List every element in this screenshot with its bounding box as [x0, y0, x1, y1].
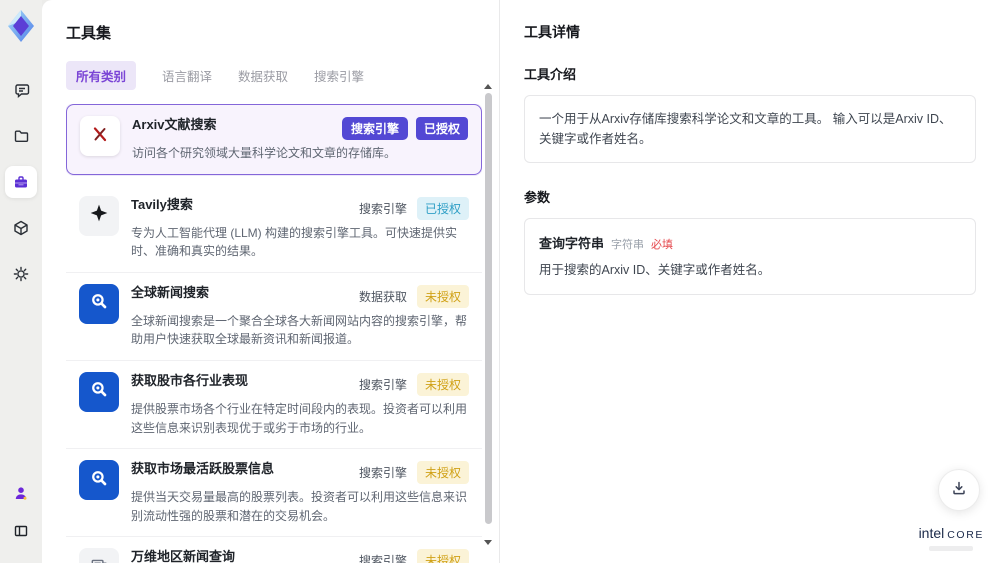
tool-auth-badge: 未授权 [416, 549, 469, 563]
newspaper-icon [89, 556, 109, 563]
param-type: 字符串 [611, 239, 645, 251]
scroll-up-arrow[interactable] [484, 84, 492, 89]
tab-all-categories[interactable]: 所有类别 [66, 61, 137, 90]
tool-name: 获取市场最活跃股票信息 [131, 461, 275, 477]
scroll-down-arrow[interactable] [484, 540, 492, 545]
tool-list-item[interactable]: 获取股市各行业表现 搜索引擎 未授权 提供股票市场各个行业在特定时间段内的表现。… [66, 361, 482, 450]
news-search-icon [89, 291, 109, 316]
toolset-title: 工具集 [66, 25, 112, 42]
intro-text-box: 一个用于从Arxiv存储库搜索科学论文和文章的工具。 输入可以是Arxiv ID… [524, 95, 976, 163]
arxiv-icon [89, 123, 111, 150]
params-heading: 参数 [524, 190, 551, 205]
tool-category-badge: 搜索引擎 [358, 466, 407, 481]
tool-category-badge: 搜索引擎 [358, 377, 407, 392]
tab-language-translation[interactable]: 语言翻译 [162, 61, 212, 90]
main-content: 工具集 所有类别 语言翻译 数据获取 搜索引擎 Arxiv文献搜索 搜索引擎 已… [42, 0, 1000, 563]
gear-icon [12, 265, 30, 283]
tool-auth-badge: 已授权 [415, 117, 468, 140]
tavily-star-icon [89, 203, 109, 228]
tab-search-engine[interactable]: 搜索引擎 [314, 61, 364, 90]
tool-list: Arxiv文献搜索 搜索引擎 已授权 访问各个研究领域大量科学论文和文章的存储库… [66, 104, 482, 563]
chat-icon [12, 81, 30, 99]
tool-category-badge: 搜索引擎 [358, 554, 407, 563]
intro-heading: 工具介绍 [524, 67, 577, 82]
sidebar-item-account[interactable] [5, 477, 37, 509]
param-name: 查询字符串 [539, 236, 605, 251]
tool-name: 获取股市各行业表现 [131, 372, 249, 388]
param-required-badge: 必填 [651, 239, 674, 251]
brand-text: intel CORE [918, 525, 984, 541]
download-button[interactable] [938, 469, 980, 511]
tool-description: 全球新闻搜索是一个聚合全球各大新闻网站内容的搜索引擎，帮助用户快速获取全球最新资… [131, 313, 468, 347]
user-icon [12, 484, 30, 502]
tool-name: Arxiv文献搜索 [132, 117, 217, 132]
sidebar-item-files[interactable] [5, 120, 37, 152]
toolbox-icon [12, 173, 30, 191]
folder-icon [12, 127, 30, 145]
detail-title: 工具详情 [524, 24, 580, 40]
param-description: 用于搜索的Arxiv ID、关键字或作者姓名。 [539, 263, 771, 277]
tool-auth-badge: 未授权 [416, 372, 469, 396]
news-search-icon [89, 379, 109, 404]
tool-name: Tavily搜索 [131, 196, 193, 212]
tool-auth-badge: 未授权 [416, 461, 469, 485]
param-head: 查询字符串 字符串 必填 [539, 233, 961, 252]
tool-description: 提供当天交易量最高的股票列表。投资者可以利用这些信息来识别流动性强的股票和潜在的… [131, 490, 468, 523]
panel-left-icon [12, 522, 30, 540]
tool-description: 专为人工智能代理 (LLM) 构建的搜索引擎工具。可快速提供实时、准确和真实的结… [131, 225, 458, 259]
tool-auth-badge: 未授权 [416, 284, 469, 308]
toolset-panel: 工具集 所有类别 语言翻译 数据获取 搜索引擎 Arxiv文献搜索 搜索引擎 已… [42, 0, 499, 563]
tool-category-badge: 数据获取 [358, 289, 407, 304]
tab-data-fetching[interactable]: 数据获取 [238, 61, 288, 90]
tool-description: 访问各个研究领域大量科学论文和文章的存储库。 [132, 146, 397, 160]
news-search-icon [89, 468, 109, 493]
sidebar-item-packages[interactable] [5, 212, 37, 244]
sidebar-item-collapse-panel[interactable] [5, 515, 37, 547]
sidebar-item-chat[interactable] [5, 74, 37, 106]
tool-description: 提供股票市场各个行业在特定时间段内的表现。投资者可以利用这些信息来识别表现优于或… [131, 401, 468, 435]
tool-list-scrollbar[interactable] [483, 84, 493, 559]
tool-list-item[interactable]: 获取市场最活跃股票信息 搜索引擎 未授权 提供当天交易量最高的股票列表。投资者可… [66, 449, 482, 538]
tool-name: 万维地区新闻查询 [131, 549, 236, 563]
app-window: 工具集 所有类别 语言翻译 数据获取 搜索引擎 Arxiv文献搜索 搜索引擎 已… [0, 0, 1000, 563]
cube-icon [12, 219, 30, 237]
tool-list-item[interactable]: 全球新闻搜索 数据获取 未授权 全球新闻搜索是一个聚合全球各大新闻网站内容的搜索… [66, 273, 482, 361]
tool-list-item[interactable]: Tavily搜索 搜索引擎 已授权 专为人工智能代理 (LLM) 构建的搜索引擎… [66, 185, 482, 273]
brand-underline [929, 546, 974, 551]
tool-name: 全球新闻搜索 [131, 284, 210, 300]
tool-auth-badge: 已授权 [416, 196, 469, 220]
sidebar-item-toolbox[interactable] [5, 166, 37, 198]
category-tabs: 所有类别 语言翻译 数据获取 搜索引擎 [66, 61, 499, 90]
download-icon [949, 478, 969, 503]
app-logo [4, 8, 38, 44]
scrollbar-thumb[interactable] [484, 93, 492, 524]
intel-core-logo: intel CORE [919, 525, 984, 551]
tool-detail-panel: 工具详情 工具介绍 一个用于从Arxiv存储库搜索科学论文和文章的工具。 输入可… [499, 0, 1000, 563]
sidebar-rail [0, 0, 42, 563]
tool-list-item[interactable]: Arxiv文献搜索 搜索引擎 已授权 访问各个研究领域大量科学论文和文章的存储库… [66, 104, 482, 175]
tool-category-badge: 搜索引擎 [358, 201, 407, 216]
tool-list-item[interactable]: 万维地区新闻查询 搜索引擎 未授权 查询具体行政区划内的新闻，快速了解各地新闻动 [66, 537, 482, 563]
tool-category-badge: 搜索引擎 [341, 117, 408, 140]
param-box: 查询字符串 字符串 必填 用于搜索的Arxiv ID、关键字或作者姓名。 [524, 218, 976, 295]
sidebar-item-settings[interactable] [5, 258, 37, 290]
